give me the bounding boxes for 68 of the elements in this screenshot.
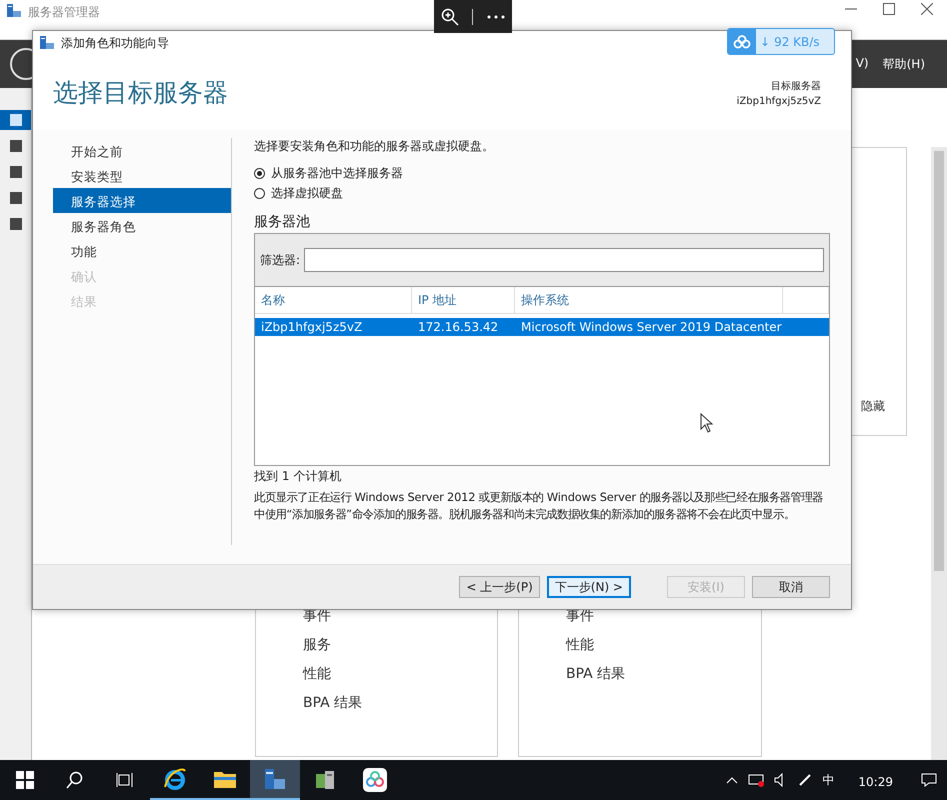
option-label[interactable]: 选择虚拟硬盘 — [271, 184, 343, 202]
wizard-step[interactable]: 安装类型 — [53, 163, 231, 188]
tile-link[interactable]: BPA 结果 — [303, 694, 497, 712]
info-text: 此页显示了正在运行 Windows Server 2012 或更新版本的 Windows Server 的服务器以及那些已经在服务器管理器中使用“添加服务器”命令添加的服务器。脱机服务器和尚未完成数据收集的新添加的服务器将不会在此页中显示。 — [254, 489, 824, 523]
windows-logo-icon — [16, 771, 34, 789]
option-label[interactable]: 从服务器池中选择服务器 — [271, 164, 403, 182]
download-arrow: ↓ — [760, 34, 770, 48]
server-icon — [8, 191, 22, 205]
download-speed: 92 KB/s — [774, 34, 820, 48]
pen-icon[interactable] — [798, 773, 812, 787]
tile-link[interactable]: 事件 — [303, 607, 497, 625]
scrollbar[interactable] — [931, 147, 947, 760]
cloud-icon — [733, 34, 751, 48]
wizard-icon — [39, 35, 55, 51]
target-label: 目标服务器 — [771, 80, 821, 92]
wizard-step[interactable]: 服务器角色 — [53, 213, 231, 238]
menu-item[interactable]: 帮助(H) — [882, 56, 925, 72]
server-manager-icon — [263, 767, 287, 791]
result-count: 找到 1 个计算机 — [254, 468, 342, 485]
server-icon — [8, 217, 22, 231]
more-icon[interactable] — [487, 14, 506, 18]
cloud-icon — [362, 767, 388, 793]
section-title: 服务器池 — [254, 213, 310, 231]
mouse-cursor — [700, 413, 714, 433]
clock[interactable]: 10:29 — [858, 775, 893, 789]
menu-item[interactable]: V) — [856, 56, 869, 72]
tile-link[interactable]: 性能 — [303, 665, 497, 683]
column-header[interactable]: 操作系统 — [515, 287, 783, 314]
tile-link[interactable]: BPA 结果 — [566, 665, 761, 683]
server-icon — [8, 165, 22, 179]
tile-link[interactable]: 事件 — [566, 607, 761, 625]
task-view-icon — [116, 772, 134, 788]
zoom-icon[interactable] — [440, 8, 459, 26]
browser-icon — [163, 767, 187, 791]
radio-button[interactable] — [254, 168, 265, 178]
filter-label: 筛选器: — [260, 252, 300, 268]
chevron-up-icon[interactable] — [726, 776, 738, 784]
dialog-button[interactable]: < 上一步(P) — [459, 576, 540, 598]
folder-icon — [213, 769, 237, 789]
close-icon[interactable] — [921, 3, 933, 15]
filter-field[interactable] — [304, 248, 824, 272]
column-header[interactable]: 名称 — [255, 287, 412, 314]
dialog-button[interactable]: 下一步(N) > — [546, 576, 631, 598]
wizard-step[interactable]: 开始之前 — [53, 138, 231, 163]
maximize-icon[interactable] — [883, 3, 895, 15]
dialog-button[interactable]: 取消 — [752, 576, 830, 598]
ime-indicator[interactable]: 中 — [822, 772, 834, 788]
page-heading: 选择目标服务器 — [53, 77, 228, 109]
search-icon — [66, 771, 84, 789]
target-server: iZbp1hfgxj5z5vZ — [736, 96, 821, 106]
server-icon — [8, 113, 22, 127]
window-title: 服务器管理器 — [28, 4, 100, 21]
notification-icon[interactable] — [921, 773, 937, 787]
package-icon — [313, 768, 337, 792]
wizard-step[interactable]: 服务器选择 — [53, 188, 231, 213]
server-icon — [8, 139, 22, 153]
column-header[interactable]: IP 地址 — [412, 287, 515, 314]
network-icon[interactable] — [748, 773, 764, 787]
sidebar-item[interactable] — [0, 110, 31, 130]
tile-link[interactable]: 服务 — [303, 636, 497, 654]
tile-link[interactable]: 性能 — [566, 636, 761, 654]
wizard-step[interactable]: 功能 — [53, 238, 231, 263]
hide-link[interactable]: 隐藏 — [861, 398, 906, 415]
instruction-text: 选择要安装角色和功能的服务器或虚拟硬盘。 — [254, 138, 495, 155]
app-icon — [6, 3, 22, 19]
radio-button[interactable] — [254, 188, 265, 198]
server-row[interactable]: iZbp1hfgxj5z5vZ 172.16.53.42 Microsoft Windows Server 2019 Datacenter — [255, 318, 829, 336]
dialog-title: 添加角色和功能向导 — [61, 34, 169, 52]
